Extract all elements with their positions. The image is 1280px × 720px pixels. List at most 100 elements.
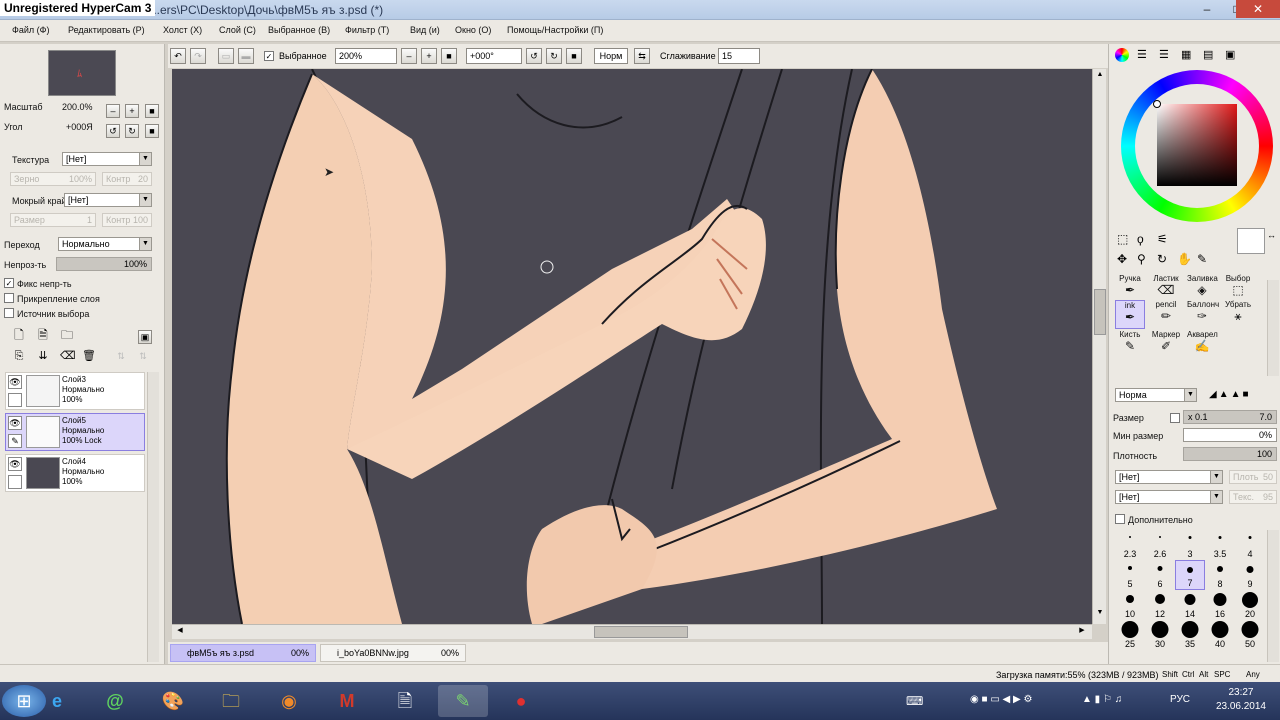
hsv-slider-tab-icon[interactable]: ☰ — [1159, 48, 1169, 61]
brush-size-cell[interactable]: 30 — [1145, 620, 1175, 650]
brush-size-cell[interactable]: 4 — [1235, 530, 1265, 560]
rotate-right-icon[interactable]: ↻ — [546, 48, 562, 64]
redo-icon[interactable]: ↷ — [190, 48, 206, 64]
navigator-thumbnail[interactable]: ﾑ — [48, 50, 116, 96]
brush-shape-select[interactable]: [Нет] — [1115, 470, 1223, 484]
menu-canvas[interactable]: Холст (Х) — [163, 25, 202, 35]
lasso-icon[interactable]: ϙ — [1137, 232, 1144, 246]
brush-size-cell[interactable]: 2.6 — [1145, 530, 1175, 560]
fix-opacity-checkbox[interactable]: ✓ — [4, 278, 14, 288]
swap-colors-icon[interactable]: ↔ — [1267, 230, 1276, 240]
size-pressure-checkbox[interactable] — [1170, 413, 1180, 423]
scroll-left-icon[interactable]: ◀ — [174, 626, 186, 638]
tool-pencil[interactable]: pencil ✏ — [1151, 300, 1181, 328]
scale-value[interactable]: 200.0% — [62, 102, 93, 112]
angle-select[interactable]: +000° — [466, 48, 522, 64]
menu-help[interactable]: Помощь/Настройки (П) — [507, 25, 603, 35]
tool-remove[interactable]: Убрать ⚹ — [1223, 300, 1253, 328]
keyboard-icon[interactable]: ⌨ — [906, 694, 923, 708]
doc-tab[interactable]: i_boYa0BNNw.jpg 00% — [320, 644, 466, 662]
brush-shape-icons[interactable]: ◢▲▲■ — [1209, 389, 1273, 401]
layer-lock-box[interactable] — [8, 393, 22, 407]
scale-plus-icon[interactable]: + — [125, 104, 139, 118]
document-icon[interactable]: 🗎 — [380, 685, 430, 717]
chevron-down-icon[interactable]: ▼ — [1210, 471, 1222, 483]
tool-pen[interactable]: Ручка ✒ — [1115, 274, 1145, 302]
brush-size-cell[interactable]: 3 — [1175, 530, 1205, 560]
primary-color-swatch[interactable] — [1237, 228, 1265, 254]
menu-filter[interactable]: Фильтр (Т) — [345, 25, 389, 35]
tool-airbrush[interactable]: Баллонч ✑ — [1187, 300, 1219, 328]
hand-icon[interactable]: ✋ — [1177, 252, 1192, 266]
layer-item[interactable]: 👁 Слой3 Нормально 100% — [5, 372, 145, 410]
brush-size-cell[interactable]: 40 — [1205, 620, 1235, 650]
brush-size-cell[interactable]: 25 — [1115, 620, 1145, 650]
internet-explorer-icon[interactable]: e — [32, 685, 82, 717]
blend-select[interactable]: Нормально — [58, 237, 152, 251]
rotate-left-icon[interactable]: ↺ — [106, 124, 120, 138]
brush-size-cell[interactable]: 35 — [1175, 620, 1205, 650]
brush-size-cell[interactable]: 9 — [1235, 560, 1265, 590]
layer-option2-icon[interactable]: ⇅ — [136, 350, 150, 364]
menu-selection[interactable]: Выбранное (В) — [268, 25, 330, 35]
rotate-left-icon[interactable]: ↺ — [526, 48, 542, 64]
brush-size-cell[interactable]: 2.3 — [1115, 530, 1145, 560]
zoom-reset-icon[interactable]: ■ — [441, 48, 457, 64]
opacity-slider[interactable]: 100% — [56, 257, 152, 271]
size-slider[interactable]: x 0.1 7.0 — [1183, 410, 1277, 424]
eye-icon[interactable]: 👁 — [8, 375, 22, 389]
brush-size-cell-selected[interactable]: 7 — [1175, 560, 1205, 590]
drawing-canvas[interactable]: ➤ — [172, 69, 1092, 624]
brush-texture-select[interactable]: [Нет] — [1115, 490, 1223, 504]
chevron-down-icon[interactable]: ▼ — [1184, 389, 1196, 401]
invert-selection-icon[interactable]: ▬ — [238, 48, 254, 64]
canvas-horizontal-scrollbar[interactable]: ◀ ▶ — [172, 624, 1092, 639]
eye-icon[interactable]: 👁 — [8, 416, 22, 430]
angle-value[interactable]: +000Я — [66, 122, 93, 132]
advanced-checkbox[interactable] — [1115, 514, 1125, 524]
scale-minus-icon[interactable]: – — [106, 104, 120, 118]
tool-scrollbar[interactable] — [1267, 280, 1279, 376]
media-controls[interactable]: ◉ ■ ▭ ◀ ▶ ⚙ — [970, 694, 1032, 705]
brush-size-cell[interactable]: 50 — [1235, 620, 1265, 650]
brush-size-cell[interactable]: 10 — [1115, 590, 1145, 620]
undo-icon[interactable]: ↶ — [170, 48, 186, 64]
layer-item[interactable]: 👁 Слой4 Нормально 100% — [5, 454, 145, 492]
min-size-slider[interactable]: 0% — [1183, 428, 1277, 442]
zoom-in-icon[interactable]: + — [421, 48, 437, 64]
close-button[interactable]: ✕ — [1236, 0, 1280, 18]
vertical-scroll-thumb[interactable] — [1094, 289, 1106, 335]
scroll-right-icon[interactable]: ▶ — [1076, 626, 1088, 638]
clip-layer-checkbox[interactable] — [4, 293, 14, 303]
language-indicator[interactable]: РУС — [1170, 694, 1190, 705]
menu-view[interactable]: Вид (и) — [410, 25, 440, 35]
flip-mode-button[interactable]: Норм — [594, 48, 628, 64]
chevron-down-icon[interactable]: ▼ — [139, 153, 151, 165]
delete-layer-icon[interactable]: 🗑 — [82, 350, 96, 364]
pen-icon[interactable]: ✎ — [8, 434, 22, 448]
layer-option-icon[interactable]: ⇅ — [114, 350, 128, 364]
rotate-icon[interactable]: ↻ — [1157, 252, 1167, 266]
brush-size-cell[interactable]: 8 — [1205, 560, 1235, 590]
tool-marker[interactable]: Маркер ✐ — [1151, 330, 1181, 358]
brush-size-cell[interactable]: 16 — [1205, 590, 1235, 620]
firefox-icon[interactable]: ◉ — [264, 685, 314, 717]
minimize-button[interactable]: – — [1192, 0, 1222, 18]
menu-layer[interactable]: Слой (С) — [219, 25, 256, 35]
canvas-vertical-scrollbar[interactable]: ▲ ▼ — [1092, 69, 1106, 624]
doc-tab-active[interactable]: фвМ5ъ яъ з.psd 00% — [170, 644, 316, 662]
angle-reset-icon[interactable]: ■ — [145, 124, 159, 138]
new-linework-layer-icon[interactable]: 🗎 — [36, 329, 50, 343]
tool-select[interactable]: Выбор ⬚ — [1223, 274, 1253, 302]
scale-reset-icon[interactable]: ■ — [145, 104, 159, 118]
swatch-tab-icon[interactable]: ▦ — [1181, 48, 1191, 61]
scratchpad-tab-icon[interactable]: ▤ — [1203, 48, 1213, 61]
menu-window[interactable]: Окно (О) — [455, 25, 491, 35]
chevron-down-icon[interactable]: ▼ — [1210, 491, 1222, 503]
clock[interactable]: 23:27 23.06.2014 — [1216, 686, 1266, 714]
mail-agent-icon[interactable]: @ — [90, 685, 140, 717]
tool-watercolor[interactable]: Акварел ✍ — [1187, 330, 1218, 358]
brush-size-cell[interactable]: 6 — [1145, 560, 1175, 590]
selection-checkbox[interactable]: ✓ — [264, 51, 274, 61]
folder-icon[interactable]: 🗀 — [206, 685, 256, 717]
